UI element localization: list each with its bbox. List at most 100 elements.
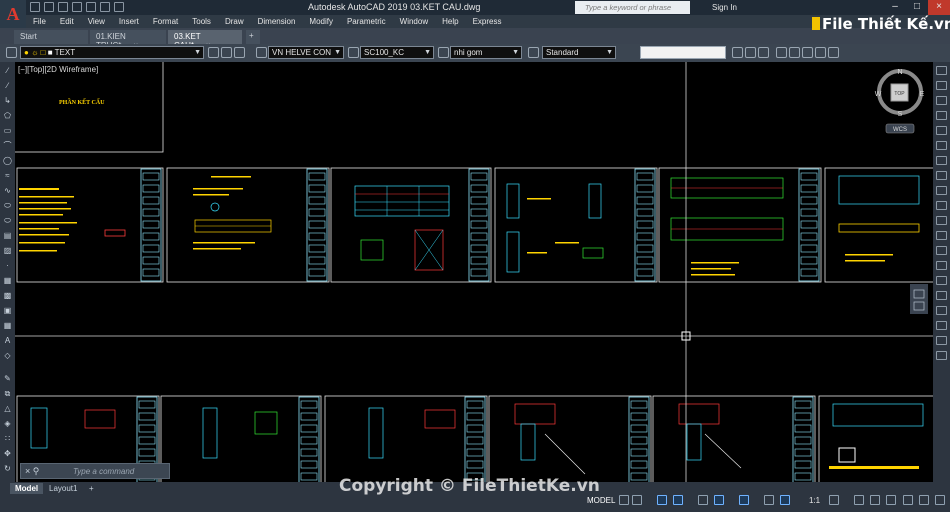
model-space-button[interactable]: MODEL <box>587 496 615 505</box>
quick-dimension-icon[interactable] <box>936 186 947 195</box>
dimension-text-edit-icon[interactable] <box>936 336 947 345</box>
make-block-icon[interactable]: ▨ <box>2 246 13 255</box>
copy-tool-icon[interactable]: ⧉ <box>2 389 13 398</box>
layer-properties-icon[interactable] <box>6 47 17 58</box>
toolbar-button-icon[interactable] <box>732 47 743 58</box>
menu-view[interactable]: View <box>81 15 112 28</box>
table-style-dropdown[interactable]: Standard ▼ <box>542 46 616 59</box>
mirror-tool-icon[interactable]: △ <box>2 404 13 413</box>
region-tool-icon[interactable]: ▣ <box>2 306 13 315</box>
dimension-ordinate-icon[interactable] <box>936 111 947 120</box>
jogged-linear-icon[interactable] <box>936 306 947 315</box>
close-icon[interactable]: × ⚲ <box>25 466 39 477</box>
toolbar-button-icon[interactable] <box>789 47 800 58</box>
hatch-tool-icon[interactable]: ▦ <box>2 276 13 285</box>
offset-tool-icon[interactable]: ◈ <box>2 419 13 428</box>
polar-tracking-icon[interactable] <box>673 495 683 505</box>
toolbar-button-icon[interactable] <box>745 47 756 58</box>
dimension-linear-icon[interactable] <box>936 66 947 75</box>
ortho-icon[interactable] <box>657 495 667 505</box>
sign-in-link[interactable]: Sign In <box>712 3 737 12</box>
dimension-aligned-icon[interactable] <box>936 81 947 90</box>
gradient-tool-icon[interactable]: ▩ <box>2 291 13 300</box>
isometric-drafting-icon[interactable] <box>698 495 708 505</box>
new-file-icon[interactable] <box>30 2 40 12</box>
save-as-icon[interactable] <box>72 2 82 12</box>
tab-start[interactable]: Start <box>14 30 88 44</box>
menu-format[interactable]: Format <box>146 15 185 28</box>
command-line[interactable]: × ⚲ Type a command <box>20 463 170 479</box>
ellipse-arc-icon[interactable]: ⬭ <box>2 216 13 225</box>
auto-scale-icon[interactable] <box>780 495 790 505</box>
units-icon[interactable] <box>870 495 880 505</box>
drawing-canvas[interactable]: PHẦN KẾT CẤU TOP N S E W WCS [−][Top][2D… <box>15 62 933 482</box>
insert-block-icon[interactable]: ▤ <box>2 231 13 240</box>
add-selected-icon[interactable]: ◇ <box>2 351 13 360</box>
layer-dropdown[interactable]: ● ☼ □ ■ TEXT ▼ <box>20 46 204 59</box>
multiline-text-icon[interactable]: A <box>2 336 13 345</box>
text-style-icon[interactable] <box>256 47 267 58</box>
viewcube[interactable]: TOP N S E W WCS <box>875 69 925 134</box>
annotation-monitor-icon[interactable] <box>854 495 864 505</box>
annotation-scale[interactable]: 1:1 <box>809 496 820 505</box>
dimension-angular-icon[interactable] <box>936 171 947 180</box>
menu-insert[interactable]: Insert <box>112 15 146 28</box>
ellipse-tool-icon[interactable]: ⬭ <box>2 201 13 210</box>
close-button[interactable]: × <box>928 0 950 15</box>
array-tool-icon[interactable]: ∷ <box>2 434 13 443</box>
save-icon[interactable] <box>58 2 68 12</box>
move-tool-icon[interactable]: ✥ <box>2 449 13 458</box>
inspection-icon[interactable] <box>936 291 947 300</box>
toolbar-button-icon[interactable] <box>815 47 826 58</box>
polygon-tool-icon[interactable]: ⬠ <box>2 111 13 120</box>
rectangle-tool-icon[interactable]: ▭ <box>2 126 13 135</box>
object-snap-icon[interactable] <box>739 495 749 505</box>
toolbar-button-icon[interactable] <box>758 47 769 58</box>
wcs-menu[interactable]: WCS <box>893 127 907 133</box>
open-file-icon[interactable] <box>44 2 54 12</box>
table-style-icon[interactable] <box>528 47 539 58</box>
annotation-visibility-icon[interactable] <box>764 495 774 505</box>
toolbar-button-icon[interactable] <box>828 47 839 58</box>
dimension-space-icon[interactable] <box>936 231 947 240</box>
line-tool-icon[interactable]: ∕ <box>2 66 13 75</box>
dimension-break-icon[interactable] <box>936 246 947 255</box>
menu-draw[interactable]: Draw <box>218 15 251 28</box>
object-snap-tracking-icon[interactable] <box>714 495 724 505</box>
layer-previous-icon[interactable] <box>234 47 245 58</box>
menu-file[interactable]: File <box>26 15 53 28</box>
application-menu-button[interactable]: A <box>0 0 26 28</box>
tab-kien-truc[interactable]: 01.KIEN TRUC*× <box>90 30 166 50</box>
multileader-style-dropdown[interactable]: nhi gom ▼ <box>450 46 522 59</box>
menu-dimension[interactable]: Dimension <box>251 15 303 28</box>
multileader-style-icon[interactable] <box>438 47 449 58</box>
dimension-style-dropdown[interactable]: SC100_KC ▼ <box>360 46 434 59</box>
text-style-dropdown[interactable]: VN HELVE CON ▼ <box>268 46 344 59</box>
new-tab-button[interactable]: + <box>246 30 260 44</box>
restore-button[interactable]: □ <box>906 0 928 15</box>
dimension-diameter-icon[interactable] <box>936 156 947 165</box>
menu-parametric[interactable]: Parametric <box>340 15 393 28</box>
snap-icon[interactable] <box>632 495 642 505</box>
tab-model[interactable]: Model <box>10 483 44 494</box>
navigation-bar[interactable] <box>910 284 928 314</box>
rotate-tool-icon[interactable]: ↻ <box>2 464 13 473</box>
toolbar-button-icon[interactable] <box>776 47 787 58</box>
menu-help[interactable]: Help <box>435 15 465 28</box>
dimension-style-icon[interactable] <box>348 47 359 58</box>
undo-icon[interactable] <box>100 2 110 12</box>
tolerance-icon[interactable] <box>936 261 947 270</box>
clean-screen-icon[interactable] <box>919 495 929 505</box>
quick-input-field[interactable] <box>640 46 726 59</box>
isolate-objects-icon[interactable] <box>903 495 913 505</box>
dimension-continue-icon[interactable] <box>936 216 947 225</box>
tab-ket-cau[interactable]: 03.KET CAU*× <box>168 30 242 50</box>
menu-modify[interactable]: Modify <box>302 15 340 28</box>
grid-icon[interactable] <box>619 495 629 505</box>
menu-edit[interactable]: Edit <box>53 15 81 28</box>
center-mark-icon[interactable] <box>936 276 947 285</box>
make-current-icon[interactable] <box>208 47 219 58</box>
menu-tools[interactable]: Tools <box>185 15 218 28</box>
dimension-arc-icon[interactable] <box>936 96 947 105</box>
menu-express[interactable]: Express <box>466 15 509 28</box>
